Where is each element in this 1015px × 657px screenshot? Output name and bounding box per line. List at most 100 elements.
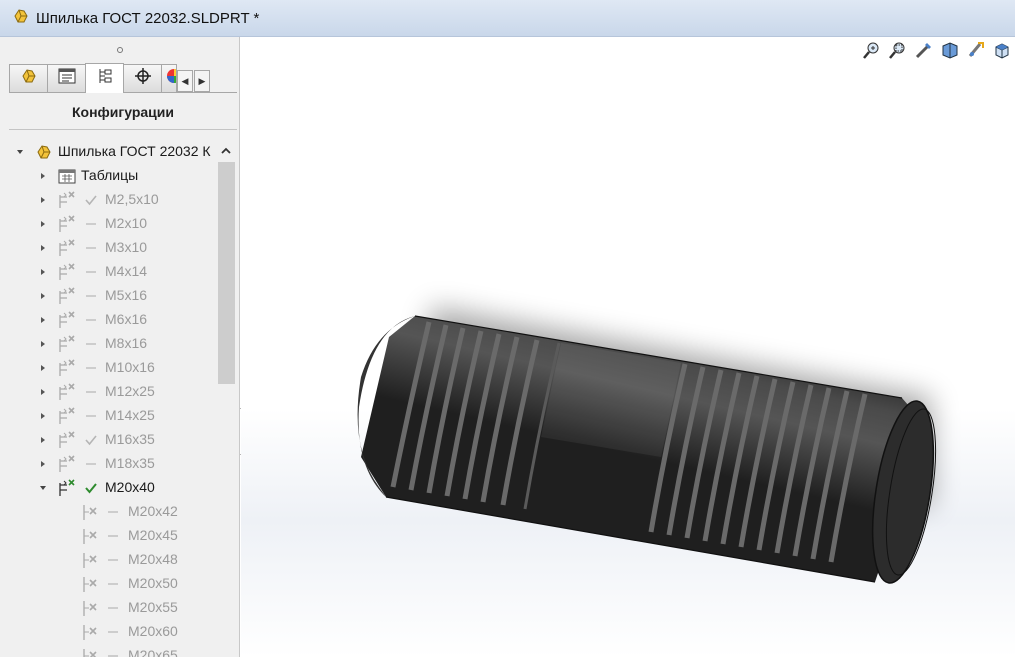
expand-arrow-icon[interactable]: [37, 314, 49, 326]
previous-view-button[interactable]: [913, 41, 935, 63]
expand-arrow-icon[interactable]: [37, 170, 49, 182]
tree-item-config[interactable]: M20x40: [0, 476, 216, 500]
tree-item-derived-config[interactable]: M20x45: [0, 524, 216, 548]
tree-item-config[interactable]: M16x35: [0, 428, 216, 452]
tree-item-label: M20x50: [128, 575, 178, 591]
tree-item-label: M20x40: [105, 479, 155, 495]
manager-pane: ◀ ▶ Конфигурации Шпилька ГОСТ 22032 К Таб…: [0, 37, 240, 657]
tree-item-label: M20x65: [128, 647, 178, 657]
configuration-icon: [57, 382, 77, 402]
derived-configuration-icon: [80, 550, 100, 570]
tree-item-tables[interactable]: Таблицы: [0, 164, 216, 188]
zoom-to-area-button[interactable]: [887, 41, 909, 63]
tree-item-config[interactable]: M2,5x10: [0, 188, 216, 212]
derived-configuration-icon: [80, 502, 100, 522]
tree-item-label: M10x16: [105, 359, 155, 375]
configuration-manager-icon: [96, 67, 114, 90]
expand-arrow-icon[interactable]: [37, 434, 49, 446]
tree-item-derived-config[interactable]: M20x42: [0, 500, 216, 524]
dash-icon: [84, 337, 98, 351]
tree-item-config[interactable]: M3x10: [0, 236, 216, 260]
tree-item-derived-config[interactable]: M20x60: [0, 620, 216, 644]
tree-item-derived-config[interactable]: M20x50: [0, 572, 216, 596]
tree-item-config[interactable]: M5x16: [0, 284, 216, 308]
dash-icon: [84, 241, 98, 255]
configuration-icon: [57, 358, 77, 378]
tree-item-derived-config[interactable]: M20x48: [0, 548, 216, 572]
dash-icon: [106, 529, 120, 543]
tree-item-label: Шпилька ГОСТ 22032 К: [58, 143, 211, 159]
collapse-arrow-icon[interactable]: [37, 482, 49, 494]
scroll-up-icon[interactable]: [219, 144, 233, 158]
expand-arrow-icon[interactable]: [37, 242, 49, 254]
scrollbar-thumb[interactable]: [218, 162, 235, 384]
dash-icon: [84, 409, 98, 423]
tab-scroll-right-button[interactable]: ▶: [194, 70, 210, 92]
dash-icon: [106, 649, 120, 657]
tree-item-config[interactable]: M4x14: [0, 260, 216, 284]
section-view-button[interactable]: [939, 41, 961, 63]
tree-item-label: M2,5x10: [105, 191, 159, 207]
expand-arrow-icon[interactable]: [37, 386, 49, 398]
tree-item-config[interactable]: M12x25: [0, 380, 216, 404]
feature-manager-icon: [20, 67, 38, 90]
configuration-tree: Шпилька ГОСТ 22032 К Таблицы M2,5x10 M2x10 M…: [0, 140, 216, 657]
expand-arrow-icon[interactable]: [37, 338, 49, 350]
tree-item-config[interactable]: M10x16: [0, 356, 216, 380]
tree-item-derived-config[interactable]: M20x65: [0, 644, 216, 657]
tree-scrollbar[interactable]: [216, 140, 237, 657]
dimxpert-icon: [134, 67, 152, 90]
tree-item-label: Таблицы: [81, 167, 139, 183]
tab-property-manager[interactable]: [47, 64, 86, 92]
derived-configuration-icon: [80, 526, 100, 546]
tab-scroll-left-button[interactable]: ◀: [177, 70, 193, 92]
tree-item-label: M20x42: [128, 503, 178, 519]
tab-feature-manager[interactable]: [9, 64, 48, 92]
tree-item-label: M12x25: [105, 383, 155, 399]
gray-check-icon: [84, 193, 98, 207]
view-settings-button[interactable]: [965, 41, 987, 63]
view-orientation-icon: [992, 40, 1012, 65]
zoom-to-area-icon: [888, 40, 908, 65]
dash-icon: [84, 457, 98, 471]
tree-item-label: M6x16: [105, 311, 148, 327]
tree-item-config[interactable]: M14x25: [0, 404, 216, 428]
tree-item-config[interactable]: M18x35: [0, 452, 216, 476]
window-title: Шпилька ГОСТ 22032.SLDPRT *: [36, 9, 260, 27]
collapse-arrow-icon[interactable]: [14, 146, 26, 158]
expand-arrow-icon[interactable]: [37, 290, 49, 302]
tab-display-manager[interactable]: [161, 64, 177, 92]
dash-icon: [106, 577, 120, 591]
expand-arrow-icon[interactable]: [37, 410, 49, 422]
pane-grip[interactable]: [0, 37, 240, 63]
tree-item-label: M3x10: [105, 239, 148, 255]
tree-item-config[interactable]: M2x10: [0, 212, 216, 236]
tree-root-item[interactable]: Шпилька ГОСТ 22032 К: [0, 140, 216, 164]
expand-arrow-icon[interactable]: [37, 194, 49, 206]
view-orientation-button[interactable]: [991, 41, 1013, 63]
expand-arrow-icon[interactable]: [37, 266, 49, 278]
configuration-icon: [57, 238, 77, 258]
triangle-right-icon: ▶: [198, 75, 206, 86]
tree-item-config[interactable]: M6x16: [0, 308, 216, 332]
triangle-left-icon: ◀: [181, 75, 189, 86]
derived-configuration-icon: [80, 622, 100, 642]
tab-dimxpert[interactable]: [123, 64, 162, 92]
tree-item-config[interactable]: M8x16: [0, 332, 216, 356]
tree-item-label: M8x16: [105, 335, 148, 351]
tree-item-label: M14x25: [105, 407, 155, 423]
divider: [9, 129, 237, 130]
zoom-to-fit-button[interactable]: [861, 41, 883, 63]
graphics-area[interactable]: [241, 37, 1015, 657]
derived-configuration-icon: [80, 574, 100, 594]
tree-item-derived-config[interactable]: M20x55: [0, 596, 216, 620]
dash-icon: [84, 385, 98, 399]
expand-arrow-icon[interactable]: [37, 362, 49, 374]
expand-arrow-icon[interactable]: [37, 458, 49, 470]
dash-icon: [106, 625, 120, 639]
tab-configuration-manager[interactable]: [85, 63, 124, 93]
configuration-icon: [57, 214, 77, 234]
configuration-icon: [57, 190, 77, 210]
configuration-icon: [57, 310, 77, 330]
expand-arrow-icon[interactable]: [37, 218, 49, 230]
